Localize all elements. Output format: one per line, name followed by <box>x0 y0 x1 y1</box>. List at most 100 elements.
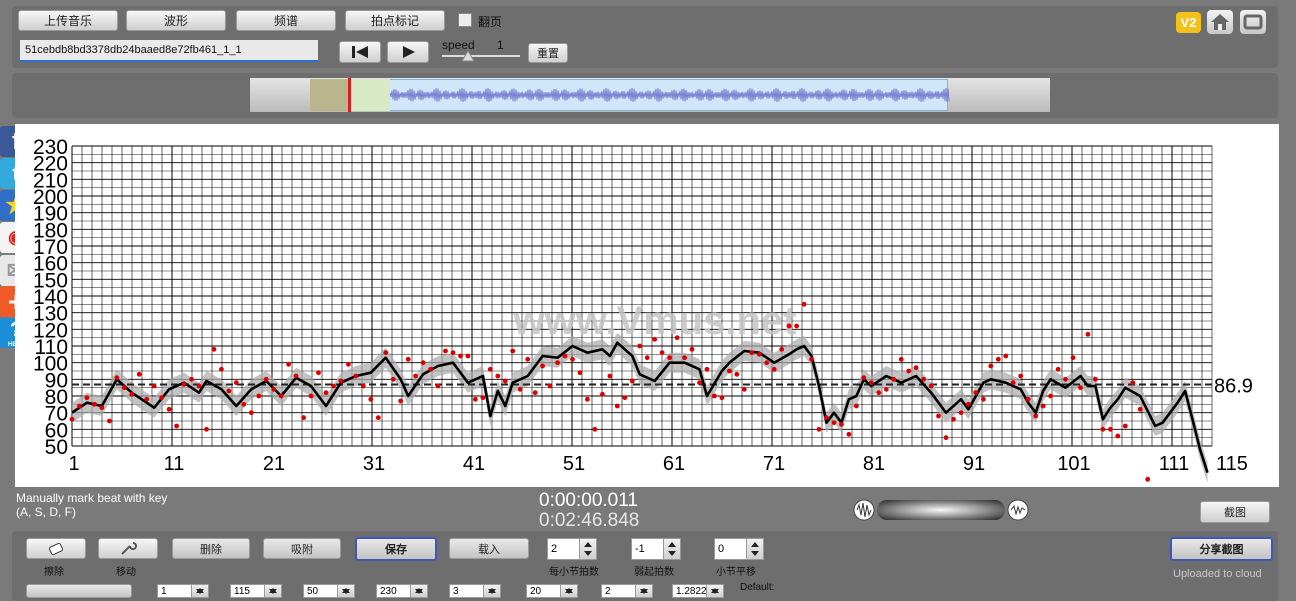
tempo-point <box>1130 380 1136 386</box>
stepper-arrows-icon[interactable] <box>635 585 652 597</box>
stepper-arrows-icon[interactable] <box>191 585 208 597</box>
previous-button[interactable] <box>339 41 381 63</box>
spectrum-button[interactable]: 频谱 <box>236 10 336 31</box>
row2-button[interactable] <box>26 584 132 598</box>
tempo-point <box>121 385 127 391</box>
tempo-point <box>1137 406 1143 412</box>
tempo-point <box>263 376 269 382</box>
tempo-point <box>913 365 919 371</box>
stepper-arrows-icon[interactable] <box>579 539 596 559</box>
page-turn-checkbox[interactable] <box>458 13 472 27</box>
tempo-point <box>99 405 105 411</box>
tempo-point <box>712 393 717 399</box>
load-button[interactable]: 载入 <box>449 538 529 559</box>
tempo-point <box>383 350 389 356</box>
row2-stepper-3[interactable]: 50 <box>303 584 355 598</box>
x-tick-label: 21 <box>263 453 285 475</box>
tempo-point <box>741 386 747 392</box>
overview-preview-region <box>350 79 390 111</box>
save-button[interactable]: 保存 <box>355 537 437 561</box>
row2-stepper-1[interactable]: 1 <box>157 584 209 598</box>
y-tick-label: 50 <box>45 436 68 459</box>
tempo-point <box>69 416 75 422</box>
beats-per-bar-stepper[interactable]: 2 <box>547 538 597 560</box>
tempo-point <box>233 380 239 386</box>
filename-field[interactable]: 51cebdb8bd3378db24baaed8e72fb461_1_1 <box>20 40 318 62</box>
screenshot-button[interactable]: 截图 <box>1200 501 1270 523</box>
tempo-point <box>637 343 643 349</box>
tempo-point <box>906 368 912 374</box>
tempo-point <box>689 346 695 352</box>
x-tick-label: 51 <box>563 453 585 475</box>
row2-stepper-value: 3 <box>453 585 459 597</box>
current-time: 0:00:00.011 <box>539 490 638 511</box>
tempo-point <box>667 355 672 361</box>
tempo-point <box>995 356 1001 362</box>
tempo-point <box>854 403 859 409</box>
play-button[interactable] <box>387 41 429 63</box>
speed-slider-track[interactable] <box>442 55 520 57</box>
tap-mark-button[interactable]: 拍点标记 <box>345 10 445 31</box>
overview-waveform[interactable] <box>250 78 1050 112</box>
upload-music-button[interactable]: 上传音乐 <box>18 10 118 31</box>
row2-stepper-7[interactable]: 2 <box>601 584 653 598</box>
uploaded-status: Uploaded to cloud <box>1173 568 1262 580</box>
tempo-point <box>375 415 381 421</box>
wave-left-icon <box>853 499 875 521</box>
tempo-point <box>562 353 568 359</box>
stepper-arrows-icon[interactable] <box>483 585 500 597</box>
average-value-label: 86.9 <box>1214 376 1253 398</box>
tempo-point <box>749 350 755 356</box>
volume-slider[interactable] <box>877 500 1005 520</box>
row2-stepper-8[interactable]: 1.2822 <box>672 584 724 598</box>
move-tool-button[interactable] <box>98 538 158 559</box>
tempo-point <box>346 361 351 367</box>
tempo-point <box>973 390 979 396</box>
v2-badge[interactable]: V2 <box>1176 12 1201 33</box>
stepper-arrows-icon[interactable] <box>264 585 281 597</box>
tempo-point <box>779 346 785 352</box>
row2-stepper-2[interactable]: 115 <box>230 584 282 598</box>
bar-shift-stepper[interactable]: 0 <box>714 538 764 560</box>
stepper-arrows-icon[interactable] <box>663 539 680 559</box>
tempo-point <box>114 375 120 381</box>
tempo-point <box>129 391 135 397</box>
stepper-arrows-icon[interactable] <box>746 539 763 559</box>
tempo-point <box>301 415 306 421</box>
erase-tool-button[interactable] <box>26 538 86 559</box>
stepper-arrows-icon[interactable] <box>706 585 723 597</box>
manual-mark-hint: Manually mark beat with key <box>16 491 168 505</box>
fullscreen-icon <box>1243 14 1263 30</box>
snap-button[interactable]: 吸附 <box>263 538 341 559</box>
stepper-arrows-icon[interactable] <box>560 585 577 597</box>
x-tick-label: 31 <box>363 453 385 475</box>
speed-slider-thumb[interactable] <box>462 51 474 63</box>
row2-stepper-6[interactable]: 20 <box>526 584 578 598</box>
stepper-arrows-icon[interactable] <box>410 585 427 597</box>
tempo-point <box>921 376 926 382</box>
row2-stepper-5[interactable]: 3 <box>449 584 501 598</box>
share-screenshot-button[interactable]: 分享截图 <box>1170 537 1273 561</box>
stepper-arrows-icon[interactable] <box>337 585 354 597</box>
tempo-point <box>1025 396 1031 402</box>
delete-button[interactable]: 删除 <box>172 538 250 559</box>
fullscreen-button[interactable] <box>1240 10 1266 34</box>
row2-stepper-4[interactable]: 230 <box>376 584 428 598</box>
reset-button[interactable]: 重置 <box>528 43 568 63</box>
tempo-point <box>107 418 112 424</box>
waveform-button[interactable]: 波形 <box>126 10 226 31</box>
tempo-point <box>883 386 889 392</box>
pickup-beats-stepper[interactable]: -1 <box>631 538 681 560</box>
tempo-chart[interactable]: www.Vmus.net2302202102001901801701601501… <box>15 124 1279 487</box>
tempo-point <box>450 350 456 356</box>
volume-control[interactable] <box>853 498 1029 522</box>
tempo-point <box>943 435 949 441</box>
tempo-point <box>585 396 590 402</box>
row2-stepper-value: 20 <box>530 585 542 597</box>
speed-label: speed <box>442 38 475 52</box>
home-button[interactable] <box>1207 10 1233 34</box>
tempo-point <box>898 356 904 362</box>
play-icon <box>403 46 415 58</box>
tempo-point <box>465 353 471 359</box>
playhead-marker[interactable] <box>348 78 351 112</box>
